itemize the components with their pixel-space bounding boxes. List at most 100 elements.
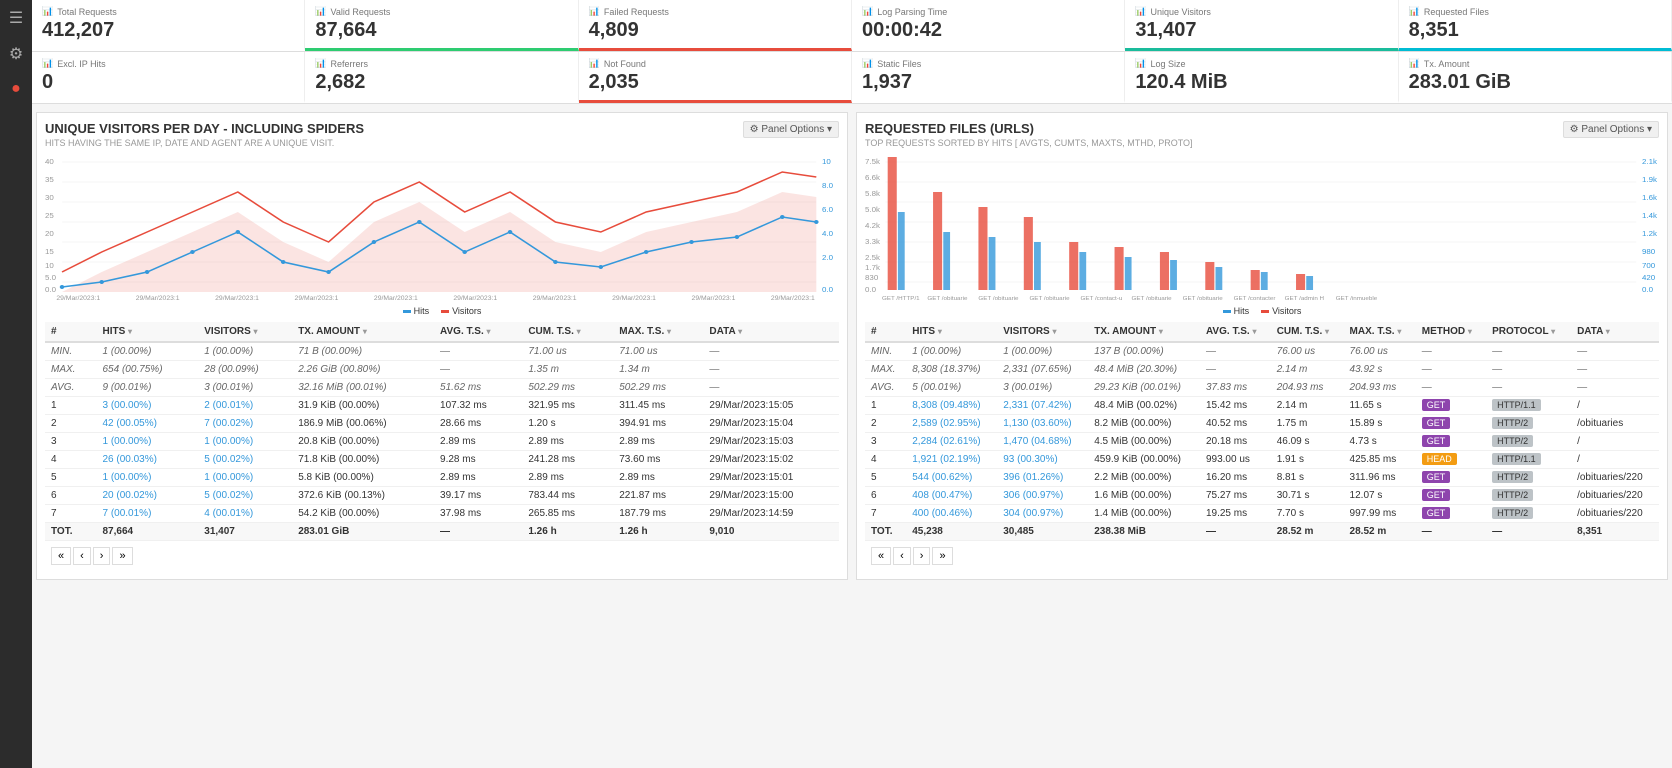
visitors-row-tot: TOT.87,66431,407283.01 GiB—1.26 h1.26 h9…: [45, 523, 839, 541]
files-cell-link[interactable]: 306 (00.97%): [1003, 490, 1063, 501]
visitors-cell-link[interactable]: 2 (00.01%): [204, 400, 253, 411]
fcol-hits[interactable]: HITS ▾: [906, 322, 997, 342]
bar-chart-icon-9: 📊: [589, 58, 600, 69]
svg-text:20: 20: [45, 229, 54, 237]
gear-icon[interactable]: ⚙: [9, 44, 23, 64]
col-visitors[interactable]: VISITORS ▾: [198, 322, 292, 342]
fcol-tx-amount[interactable]: TX. AMOUNT ▾: [1088, 322, 1200, 342]
pag-next-btn[interactable]: ›: [93, 547, 111, 565]
col-data[interactable]: DATA ▾: [703, 322, 839, 342]
svg-text:1.9k: 1.9k: [1642, 175, 1657, 183]
pag-prev-btn[interactable]: ‹: [73, 547, 91, 565]
files-cell-link[interactable]: 2,589 (02.95%): [912, 418, 980, 429]
files-cell-link[interactable]: 8,308 (09.48%): [912, 400, 980, 411]
fpag-last-btn[interactable]: »: [932, 547, 952, 565]
col-hits[interactable]: HITS ▾: [96, 322, 198, 342]
method-badge: GET: [1422, 507, 1451, 519]
fcol-max-ts[interactable]: MAX. T.S. ▾: [1344, 322, 1416, 342]
files-cell-link[interactable]: 1,130 (03.60%): [1003, 418, 1071, 429]
files-table-row: 22,589 (02.95%)1,130 (03.60%)8.2 MiB (00…: [865, 415, 1659, 433]
fcol-hash[interactable]: #: [865, 322, 906, 342]
files-visitors-legend-color: [1261, 310, 1269, 313]
svg-text:4.0: 4.0: [822, 229, 833, 237]
dot-icon: ●: [11, 80, 21, 98]
fcol-cum-ts[interactable]: CUM. T.S. ▾: [1271, 322, 1344, 342]
visitors-table-row: 77 (00.01%)4 (00.01%)54.2 KiB (00.00%)37…: [45, 505, 839, 523]
visitors-table-row: 242 (00.05%)7 (00.02%)186.9 MiB (00.06%)…: [45, 415, 839, 433]
protocol-badge: HTTP/1.1: [1492, 453, 1541, 465]
svg-text:30: 30: [45, 193, 54, 201]
fpag-prev-btn[interactable]: ‹: [893, 547, 911, 565]
method-badge: GET: [1422, 417, 1451, 429]
col-cum-ts[interactable]: CUM. T.S. ▾: [522, 322, 613, 342]
protocol-badge: HTTP/2: [1492, 489, 1533, 501]
visitors-table-row: 13 (00.00%)2 (00.01%)31.9 KiB (00.00%)10…: [45, 397, 839, 415]
fcol-visitors[interactable]: VISITORS ▾: [997, 322, 1088, 342]
visitors-pagination: « ‹ › »: [45, 541, 839, 571]
pag-last-btn[interactable]: »: [112, 547, 132, 565]
visitors-cell-link[interactable]: 4 (00.01%): [204, 508, 253, 519]
visitors-cell-link[interactable]: 1 (00.00%): [102, 472, 151, 483]
fcol-data[interactable]: DATA ▾: [1571, 322, 1659, 342]
panels-row: UNIQUE VISITORS PER DAY - INCLUDING SPID…: [32, 104, 1672, 588]
files-cell-link[interactable]: 2,284 (02.61%): [912, 436, 980, 447]
visitors-cell-link[interactable]: 5 (00.02%): [204, 490, 253, 501]
stat-requested-files: 📊 Requested Files 8,351: [1399, 0, 1672, 51]
fcol-avg-ts[interactable]: AVG. T.S. ▾: [1200, 322, 1271, 342]
bar-chart-icon-8: 📊: [315, 58, 326, 69]
files-table-row: 5544 (00.62%)396 (01.26%)2.2 MiB (00.00%…: [865, 469, 1659, 487]
visitors-cell-link[interactable]: 3 (00.00%): [102, 400, 151, 411]
files-cell-link[interactable]: 1,921 (02.19%): [912, 454, 980, 465]
svg-text:10: 10: [45, 261, 54, 269]
visitors-cell-link[interactable]: 1 (00.00%): [204, 436, 253, 447]
menu-icon[interactable]: ☰: [9, 8, 23, 28]
col-avg-ts[interactable]: AVG. T.S. ▾: [434, 322, 522, 342]
files-cell-link[interactable]: 408 (00.47%): [912, 490, 972, 501]
svg-text:4.2k: 4.2k: [865, 221, 880, 229]
visitors-cell-link[interactable]: 26 (00.03%): [102, 454, 156, 465]
files-cell-link[interactable]: 304 (00.97%): [1003, 508, 1063, 519]
stats-bar-2: 📊 Excl. IP Hits 0 📊 Referrers 2,682 📊 No…: [32, 52, 1672, 104]
referrers-value: 2,682: [315, 71, 567, 94]
files-cell-link[interactable]: 544 (00.62%): [912, 472, 972, 483]
fcol-protocol[interactable]: PROTOCOL ▾: [1486, 322, 1571, 342]
bar-chart-icon-2: 📊: [315, 6, 326, 17]
unique-visitors-value: 31,407: [1135, 19, 1387, 42]
visitors-cell-link[interactable]: 7 (00.01%): [102, 508, 151, 519]
not-found-value: 2,035: [589, 71, 841, 94]
protocol-badge: HTTP/2: [1492, 507, 1533, 519]
visitors-cell-link[interactable]: 20 (00.02%): [102, 490, 156, 501]
bar-chart-icon: 📊: [42, 6, 53, 17]
visitors-cell-link[interactable]: 7 (00.02%): [204, 418, 253, 429]
files-cell-link[interactable]: 400 (00.46%): [912, 508, 972, 519]
col-tx-amount[interactable]: TX. AMOUNT ▾: [292, 322, 434, 342]
visitors-cell-link[interactable]: 1 (00.00%): [204, 472, 253, 483]
pag-first-btn[interactable]: «: [51, 547, 71, 565]
svg-text:29/Mar/2023:1: 29/Mar/2023:1: [136, 295, 180, 302]
col-hash[interactable]: #: [45, 322, 96, 342]
files-row-min: MIN.1 (00.00%)1 (00.00%)137 B (00.00%)—7…: [865, 342, 1659, 361]
visitors-cell-link[interactable]: 5 (00.02%): [204, 454, 253, 465]
protocol-badge: HTTP/2: [1492, 417, 1533, 429]
files-cell-link[interactable]: 2,331 (07.42%): [1003, 400, 1071, 411]
fcol-method[interactable]: METHOD ▾: [1416, 322, 1486, 342]
files-cell-link[interactable]: 396 (01.26%): [1003, 472, 1063, 483]
files-cell-link[interactable]: 93 (00.30%): [1003, 454, 1057, 465]
files-table-row: 18,308 (09.48%)2,331 (07.42%)48.4 MiB (0…: [865, 397, 1659, 415]
col-max-ts[interactable]: MAX. T.S. ▾: [613, 322, 703, 342]
fpag-first-btn[interactable]: «: [871, 547, 891, 565]
svg-text:420: 420: [1642, 273, 1655, 281]
fpag-next-btn[interactable]: ›: [913, 547, 931, 565]
files-panel-options-button[interactable]: ⚙ Panel Options ▾: [1563, 121, 1659, 138]
files-pagination: « ‹ › »: [865, 541, 1659, 571]
files-hits-legend-color: [1223, 310, 1231, 313]
files-cell-link[interactable]: 1,470 (04.68%): [1003, 436, 1071, 447]
visitors-cell-link[interactable]: 42 (00.05%): [102, 418, 156, 429]
svg-text:GET /contacter: GET /contacter: [1234, 296, 1276, 302]
protocol-badge: HTTP/1.1: [1492, 399, 1541, 411]
svg-text:1.4k: 1.4k: [1642, 211, 1657, 219]
svg-text:GET /obituarie: GET /obituarie: [1183, 296, 1223, 302]
visitors-cell-link[interactable]: 1 (00.00%): [102, 436, 151, 447]
log-parsing-time-value: 00:00:42: [862, 19, 1114, 42]
visitors-panel-options-button[interactable]: ⚙ Panel Options ▾: [743, 121, 839, 138]
